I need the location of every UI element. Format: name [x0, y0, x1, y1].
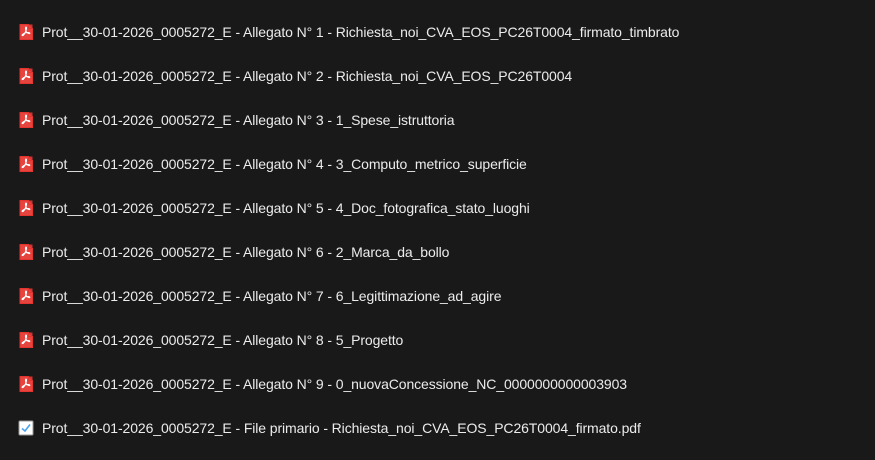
signed-document-icon	[18, 419, 34, 437]
pdf-icon	[18, 155, 34, 173]
file-name: Prot__30-01-2026_0005272_E - Allegato N°…	[42, 68, 573, 84]
list-item[interactable]: Prot__30-01-2026_0005272_E - Allegato N°…	[0, 186, 875, 230]
pdf-icon	[18, 375, 34, 393]
file-name: Prot__30-01-2026_0005272_E - Allegato N°…	[42, 112, 455, 128]
list-item[interactable]: Prot__30-01-2026_0005272_E - Allegato N°…	[0, 10, 875, 54]
list-item[interactable]: Prot__30-01-2026_0005272_E - Allegato N°…	[0, 274, 875, 318]
list-item[interactable]: Prot__30-01-2026_0005272_E - Allegato N°…	[0, 98, 875, 142]
pdf-icon	[18, 23, 34, 41]
list-item[interactable]: Prot__30-01-2026_0005272_E - Allegato N°…	[0, 142, 875, 186]
pdf-icon	[18, 287, 34, 305]
list-item[interactable]: Prot__30-01-2026_0005272_E - Allegato N°…	[0, 54, 875, 98]
list-item[interactable]: Prot__30-01-2026_0005272_E - Allegato N°…	[0, 362, 875, 406]
pdf-icon	[18, 199, 34, 217]
list-item[interactable]: Prot__30-01-2026_0005272_E - Allegato N°…	[0, 318, 875, 362]
pdf-icon	[18, 67, 34, 85]
file-name: Prot__30-01-2026_0005272_E - Allegato N°…	[42, 156, 527, 172]
pdf-icon	[18, 243, 34, 261]
file-name: Prot__30-01-2026_0005272_E - Allegato N°…	[42, 24, 680, 40]
pdf-icon	[18, 331, 34, 349]
file-name: Prot__30-01-2026_0005272_E - Allegato N°…	[42, 376, 627, 392]
list-item[interactable]: Prot__30-01-2026_0005272_E - Allegato N°…	[0, 230, 875, 274]
file-name: Prot__30-01-2026_0005272_E - Allegato N°…	[42, 244, 450, 260]
pdf-icon	[18, 111, 34, 129]
file-name: Prot__30-01-2026_0005272_E - Allegato N°…	[42, 200, 530, 216]
file-list: Prot__30-01-2026_0005272_E - Allegato N°…	[0, 10, 875, 450]
file-name: Prot__30-01-2026_0005272_E - File primar…	[42, 420, 641, 436]
file-name: Prot__30-01-2026_0005272_E - Allegato N°…	[42, 288, 502, 304]
list-item[interactable]: Prot__30-01-2026_0005272_E - File primar…	[0, 406, 875, 450]
file-name: Prot__30-01-2026_0005272_E - Allegato N°…	[42, 332, 404, 348]
